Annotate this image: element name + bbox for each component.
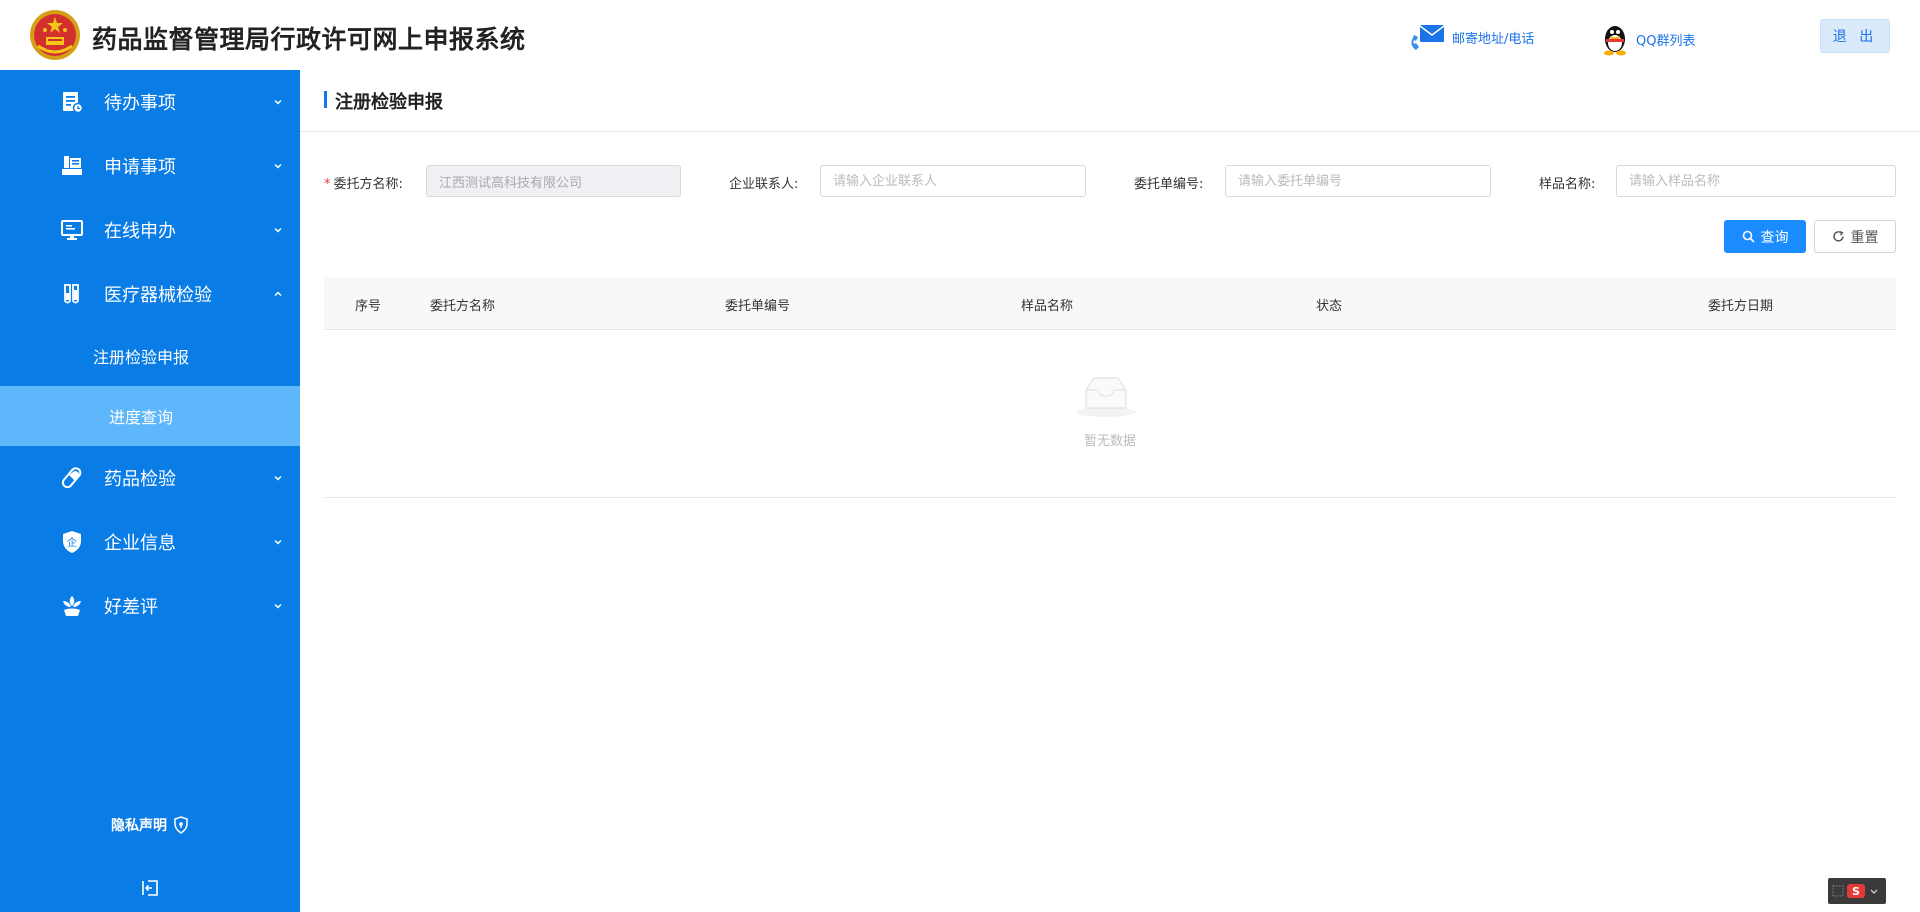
mail-contact-label: 邮寄地址/电话 [1452, 31, 1535, 47]
sidebar-item-label: 申请事项 [104, 157, 176, 178]
sidebar-item-drug-testing[interactable]: 药品检验 [0, 446, 300, 510]
main-content: 注册检验申报 *委托方名称: 企业联系人: 委托单编号: 样品名称: 查询 重置… [300, 70, 1920, 912]
search-button-label: 查询 [1760, 229, 1789, 246]
table-header: 序号 委托方名称 委托单编号 样品名称 状态 委托方日期 [324, 277, 1896, 330]
page-header: 注册检验申报 [300, 70, 1920, 132]
top-header: 药品监督管理局行政许可网上申报系统 邮寄地址/电话 QQ群列表 退 出 [0, 0, 1920, 70]
reset-button[interactable]: 重置 [1814, 220, 1896, 253]
sample-name-input[interactable] [1616, 165, 1896, 197]
enterprise-shield-icon: 企 [63, 531, 81, 553]
sidebar-item-online-service[interactable]: 在线申办 [0, 198, 300, 262]
mail-contact-link[interactable]: 邮寄地址/电话 [1408, 22, 1534, 52]
search-icon [1742, 230, 1755, 243]
monitor-icon [61, 220, 83, 240]
sidebar-item-label: 医疗器械检验 [104, 285, 212, 306]
capsule-icon [61, 467, 82, 489]
sidebar-item-label: 药品检验 [104, 469, 176, 490]
title-accent-bar [324, 91, 327, 108]
input-method-indicator[interactable]: S [1828, 878, 1886, 904]
refresh-icon [1832, 230, 1845, 243]
column-header-sample-name: 样品名称 [1021, 299, 1074, 314]
privacy-shield-icon [174, 816, 188, 834]
sidebar-subitem-label: 注册检验申报 [93, 348, 190, 367]
column-header-order-number: 委托单编号 [725, 299, 791, 314]
collapse-sidebar-icon[interactable] [140, 878, 160, 898]
privacy-statement-link[interactable]: 隐私声明 [0, 815, 300, 835]
sidebar-subitem-label: 进度查询 [109, 408, 174, 427]
sogou-ime-icon: S [1832, 884, 1878, 898]
sidebar-item-label: 好差评 [104, 597, 158, 618]
contact-label: 企业联系人: [729, 177, 799, 192]
contact-input[interactable] [820, 165, 1086, 197]
column-header-index: 序号 [355, 299, 382, 314]
sidebar-item-device-testing[interactable]: 医疗器械检验 [0, 262, 300, 326]
column-header-date: 委托方日期 [1708, 299, 1774, 314]
sidebar-item-label: 在线申办 [104, 221, 176, 242]
rating-flower-icon [63, 596, 81, 616]
sidebar-item-todo[interactable]: 待办事项 [0, 70, 300, 134]
search-button[interactable]: 查询 [1724, 220, 1806, 253]
test-tube-icon [64, 284, 79, 304]
empty-state-text: 暂无数据 [1083, 434, 1136, 449]
svg-text:企: 企 [67, 536, 77, 549]
sidebar: 待办事项 申请事项 在线申办 医疗器械检验 注册检验申报 进度查询 药品检验 企… [0, 70, 300, 912]
chevron-down-icon [274, 163, 282, 169]
sidebar-subitem-progress-query[interactable]: 进度查询 [0, 386, 300, 446]
order-number-input[interactable] [1225, 165, 1491, 197]
national-emblem-icon [30, 10, 80, 60]
client-name-field [426, 165, 681, 197]
column-header-client: 委托方名称 [430, 299, 496, 314]
sidebar-item-rating[interactable]: 好差评 [0, 574, 300, 638]
sample-name-label: 样品名称: [1539, 177, 1596, 192]
qq-group-link[interactable]: QQ群列表 [1600, 22, 1695, 56]
app-title: 药品监督管理局行政许可网上申报系统 [92, 25, 526, 54]
mail-phone-icon [1408, 22, 1446, 52]
results-table: 序号 委托方名称 委托单编号 样品名称 状态 委托方日期 暂无数据 [324, 277, 1896, 498]
chevron-down-icon [274, 539, 282, 545]
column-header-status: 状态 [1316, 299, 1343, 314]
sidebar-item-applications[interactable]: 申请事项 [0, 134, 300, 198]
chevron-down-icon [274, 603, 282, 609]
application-icon [62, 156, 82, 175]
client-name-label-text: 委托方名称: [333, 177, 403, 192]
client-name-label: * 委托方名称: [324, 173, 403, 192]
svg-text:S: S [1852, 885, 1860, 898]
sidebar-item-enterprise-info[interactable]: 企 企业信息 [0, 510, 300, 574]
qq-penguin-icon [1600, 22, 1630, 56]
chevron-down-icon [274, 227, 282, 233]
required-asterisk: * [324, 177, 331, 192]
qq-group-label: QQ群列表 [1636, 33, 1696, 49]
chevron-down-icon [274, 475, 282, 481]
sidebar-subitem-registration-test[interactable]: 注册检验申报 [0, 326, 300, 386]
page-title: 注册检验申报 [335, 92, 443, 113]
todo-list-icon [63, 92, 84, 114]
privacy-statement-label: 隐私声明 [111, 818, 167, 834]
order-number-label: 委托单编号: [1134, 177, 1204, 192]
chevron-up-icon [274, 291, 282, 297]
logout-button[interactable]: 退 出 [1820, 19, 1890, 53]
reset-button-label: 重置 [1850, 229, 1879, 246]
sidebar-item-label: 待办事项 [104, 93, 176, 114]
empty-inbox-icon [1076, 377, 1136, 417]
chevron-down-icon [274, 99, 282, 105]
table-body: 暂无数据 [324, 330, 1896, 498]
sidebar-item-label: 企业信息 [104, 533, 176, 554]
